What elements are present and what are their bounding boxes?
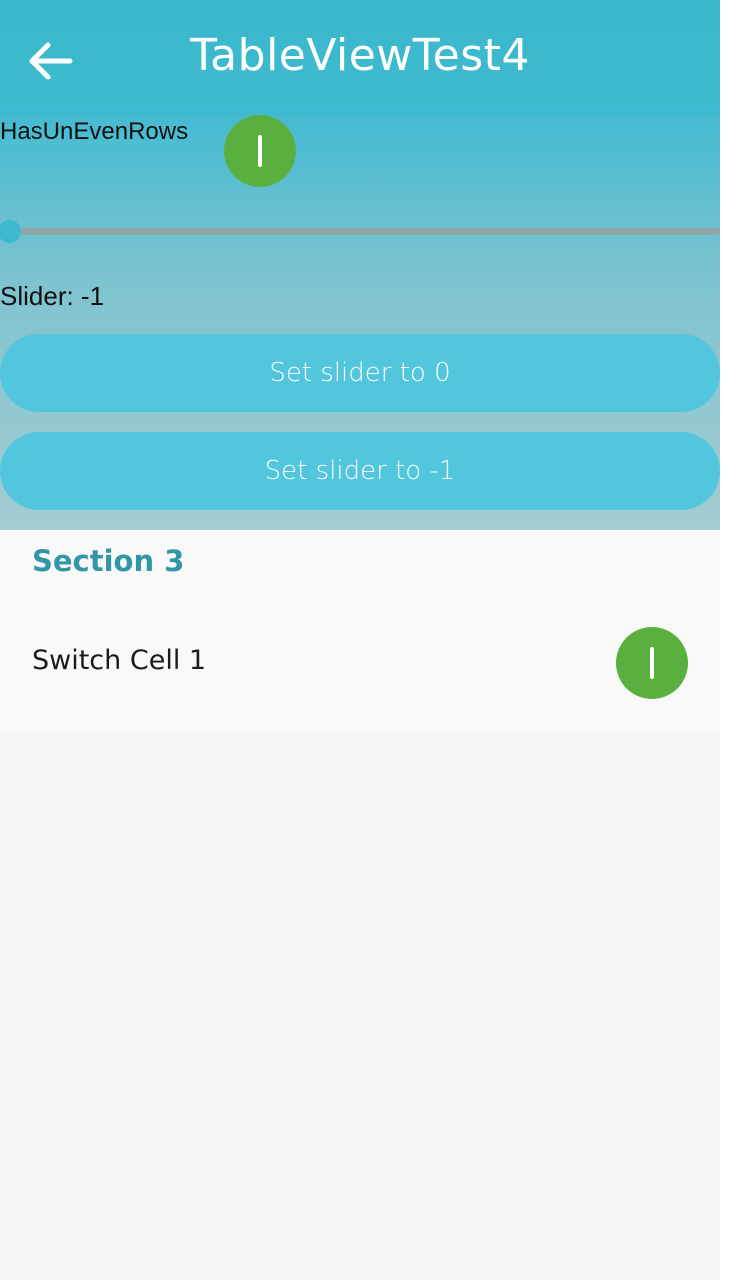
app-header: TableViewTest4 [0,0,720,116]
switch-cell[interactable]: Switch Cell 1 [0,626,720,699]
slider-thumb[interactable] [0,220,21,243]
switch-on-indicator-icon [650,647,654,679]
set-slider-negative-one-button[interactable]: Set slider to -1 [0,432,720,510]
controls-area: TableViewTest4 HasUnEvenRows Slider: -1 … [0,0,720,530]
slider-value-label: Slider: -1 [0,281,105,311]
switch-cell-toggle[interactable] [616,627,688,699]
has-uneven-rows-switch[interactable] [224,115,296,187]
section-title: Section 3 [32,544,185,578]
switch-cell-label: Switch Cell 1 [32,645,207,676]
set-slider-zero-button[interactable]: Set slider to 0 [0,334,720,412]
switch-on-indicator-icon [258,135,262,167]
screen-edge [720,0,736,1280]
app-screen: TableViewTest4 HasUnEvenRows Slider: -1 … [0,0,720,1280]
table-section: Section 3 Switch Cell 1 [0,530,720,732]
page-title: TableViewTest4 [190,30,530,81]
has-uneven-rows-label: HasUnEvenRows [0,118,189,145]
slider-track[interactable] [0,228,720,235]
